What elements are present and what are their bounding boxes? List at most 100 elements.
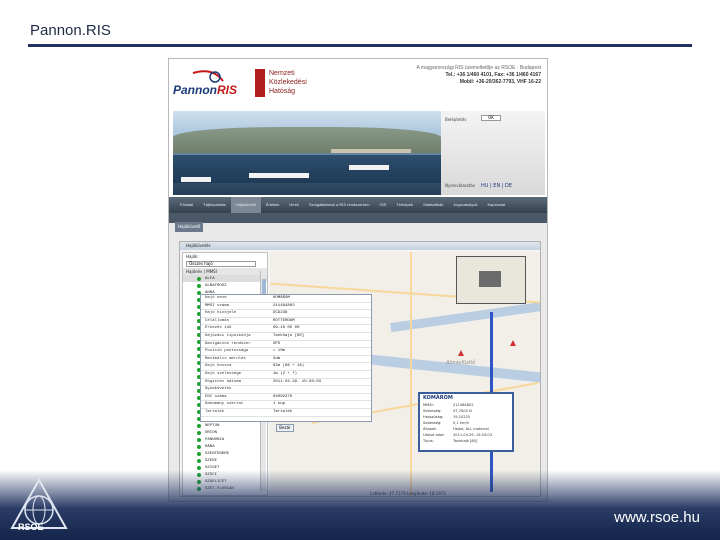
- login-button[interactable]: OK: [481, 115, 501, 121]
- detail-row: Rögzítés dátuma 2011.04.29. 15:03:03: [201, 379, 371, 387]
- header-contact: A magyarországi RIS üzemeltetője az RSOE…: [416, 65, 541, 86]
- detail-value: 04002270: [273, 394, 293, 399]
- detail-value: 1 kúp: [273, 402, 286, 407]
- detail-row: Maximális merülés 3dm: [201, 356, 371, 364]
- menu-item[interactable]: Hírek: [284, 197, 304, 213]
- title-rule: [28, 44, 692, 47]
- main-menu: Főoldal Tájékoztatás Hajókövető Értékek Híre…: [169, 197, 547, 213]
- status-dot-icon: [197, 430, 201, 435]
- detail-row: Hajó neve KOMÁROM: [201, 295, 371, 303]
- danube-branch: [390, 300, 540, 333]
- detail-row: Rakomány szerint 1 kúp: [201, 401, 371, 409]
- detail-value: Tankhajó [80]: [273, 333, 305, 338]
- slide-footer: [0, 470, 720, 540]
- detail-key: Rögzítés dátuma: [205, 379, 242, 384]
- detail-key: Pozíció pontossága: [205, 349, 249, 354]
- detail-key: Hajózási típuskódja: [205, 333, 251, 338]
- ship-name: PANNONIA: [205, 437, 225, 442]
- ship-marker-icon[interactable]: [458, 350, 464, 356]
- slide: Pannon.RIS PannonRIS Nemzeti Közlekedési…: [0, 0, 720, 540]
- login-panel: Beléptetés OK Nyelvválasztás HU | EN | D…: [441, 111, 545, 195]
- detail-row: Hajó szélessége 1m (2 + 7): [201, 371, 371, 379]
- ship-name: RÁBA: [205, 444, 215, 449]
- phone-line: Tel.: +36 1/460 4101, Fax: +36 1/460 416…: [445, 72, 541, 78]
- ship-name: SZIGET: [205, 465, 220, 470]
- overview-map[interactable]: [456, 256, 526, 304]
- detail-value: 82m (66 + 16): [273, 364, 305, 369]
- list-item[interactable]: ALBATROSZ: [183, 282, 267, 289]
- list-item[interactable]: RÁBA: [183, 443, 267, 450]
- footer-url[interactable]: www.rsoe.hu: [614, 509, 700, 526]
- boat-shape: [181, 177, 211, 182]
- submenu-item-ship-tracker[interactable]: Hajókövető: [175, 222, 204, 232]
- authority-name[interactable]: Nemzeti Közlekedési Hatóság: [269, 69, 307, 96]
- status-dot-icon: [197, 423, 201, 428]
- language-switcher[interactable]: HU | EN | DE: [481, 183, 512, 189]
- website-screenshot: PannonRIS Nemzeti Közlekedési Hatóság A …: [168, 58, 548, 502]
- detail-key: Hajó hossza: [205, 364, 232, 369]
- ship-callout: KOMÁROM MMSI: 211484802 Sebesség: 47,7000 N…: [418, 392, 514, 452]
- menu-item[interactable]: GIS: [374, 197, 391, 213]
- menu-item[interactable]: Hajókövető: [230, 197, 261, 213]
- overview-extent: [479, 271, 501, 287]
- ship-name: ALBATROSZ: [205, 283, 227, 288]
- list-item[interactable]: NEPTUN: [183, 422, 267, 429]
- tracking-panel: Hajókövetés Hajók: Összes hajó Hajónév |…: [179, 241, 541, 497]
- detail-row: Nyomkövetés: [201, 386, 371, 394]
- status-dot-icon: [197, 276, 201, 281]
- river-shape: [173, 155, 441, 183]
- list-item[interactable]: ORION: [183, 429, 267, 436]
- detail-row: Pozíció pontossága < 10m: [201, 348, 371, 356]
- menu-item[interactable]: Főoldal: [175, 197, 198, 213]
- site-logo-text[interactable]: PannonRIS: [173, 83, 237, 97]
- callout-key: Típus:: [423, 439, 434, 443]
- submenu: Hajókövető: [169, 213, 547, 232]
- list-item[interactable]: SZENTENDRE: [183, 450, 267, 457]
- detail-row: MMSI száma 211484802: [201, 303, 371, 311]
- list-item[interactable]: SZEKE: [183, 457, 267, 464]
- ship-name: SZEKE: [205, 458, 218, 463]
- menu-item[interactable]: Szolgáltatások a RIS rendszerben: [304, 197, 374, 213]
- status-dot-icon: [197, 437, 201, 442]
- menu-item[interactable]: Értékek: [261, 197, 285, 213]
- menu-item[interactable]: Tájékoztatás: [198, 197, 231, 213]
- detail-key: Rakomány szerint: [205, 402, 244, 407]
- slide-title: Pannon.RIS: [30, 22, 111, 39]
- logo-main: Pannon: [173, 83, 217, 97]
- list-item[interactable]: ALFA: [183, 275, 267, 282]
- callout-rows: MMSI: 211484802 Sebesség: 47,7000 N Hosszúsá…: [420, 402, 512, 444]
- detail-value: < 10m: [273, 349, 286, 354]
- ship-filter-select[interactable]: Összes hajó: [186, 261, 256, 267]
- authority-crest-icon: [255, 69, 265, 97]
- close-popup-button[interactable]: Bezár: [276, 424, 294, 432]
- menu-item[interactable]: Térképek: [391, 197, 418, 213]
- menu-item[interactable]: Jogszabályok: [448, 197, 482, 213]
- ship-name: SZENTENDRE: [205, 451, 230, 456]
- status-dot-icon: [197, 458, 201, 463]
- menu-item[interactable]: Statisztikák: [418, 197, 448, 213]
- authority-line: Közlekedési: [269, 79, 307, 86]
- callout-value: Tankhajó [80]: [453, 439, 478, 443]
- ship-details-popup: Hajó neve KOMÁROM MMSI száma 211484802 Hajó …: [200, 294, 372, 422]
- list-item[interactable]: PANNONIA: [183, 436, 267, 443]
- ship-marker-icon[interactable]: [510, 340, 516, 346]
- panel-title: Hajókövetés: [180, 242, 540, 250]
- road: [410, 252, 412, 496]
- menu-item[interactable]: Kapcsolat: [483, 197, 511, 213]
- detail-key: Navigációs rendszer: [205, 341, 251, 346]
- ship-name: ORION: [205, 430, 218, 435]
- detail-value: DC9238: [273, 311, 288, 316]
- detail-value: Tartalék: [273, 409, 293, 414]
- detail-value: 2011.04.29. 15:03:03: [273, 379, 322, 384]
- language-label: Nyelvválasztás: [445, 183, 475, 188]
- status-dot-icon: [197, 451, 201, 456]
- mobile-line: Mobil: +36-20/362-7793, VHF 16-22: [459, 79, 541, 85]
- detail-key: Maximális merülés: [205, 356, 246, 361]
- detail-value: ROTTERDAM: [273, 318, 295, 323]
- header-tagline: A magyarországi RIS üzemeltetője az RSOE…: [416, 65, 541, 71]
- rsoe-logo-text: RSOE: [18, 522, 44, 532]
- popup-rows: Hajó neve KOMÁROM MMSI száma 211484802 Hajó …: [201, 295, 371, 417]
- detail-value: 3dm: [273, 356, 281, 361]
- authority-line: Hatóság: [269, 88, 296, 95]
- detail-row: Hajózási típuskódja Tankhajó [80]: [201, 333, 371, 341]
